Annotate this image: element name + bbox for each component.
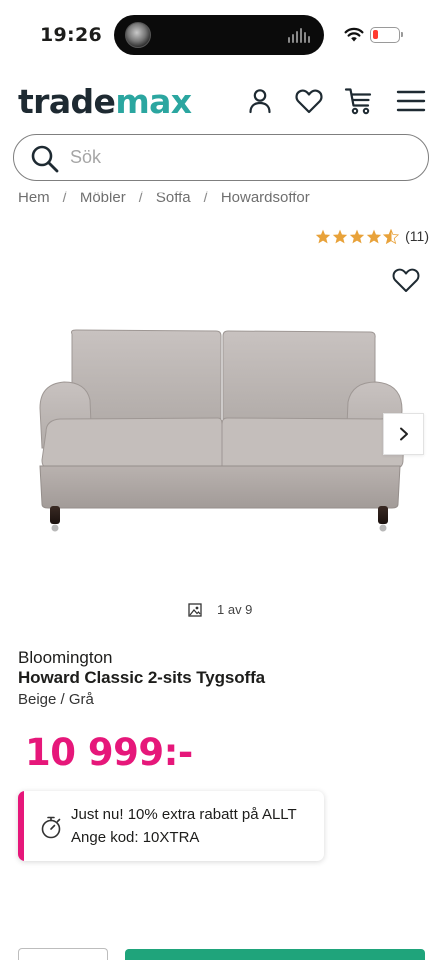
star-half-icon [383,228,400,244]
wifi-icon [344,27,364,42]
promo-text-code: Ange kod: 10XTRA [71,829,200,846]
add-to-cart-button[interactable] [125,949,425,960]
quantity-selector[interactable] [18,948,108,960]
logo-text-part1: trade [18,82,116,121]
search-icon [31,145,59,173]
image-icon [188,602,202,617]
promo-banner: Just nu! 10% extra rabatt på ALLT Ange k… [18,791,324,861]
breadcrumb: Hem / Möbler / Soffa / Howardsoffor [18,183,442,205]
breadcrumb-scroll-fade [18,183,442,193]
status-bar: 19:26 [0,0,442,68]
menu-icon[interactable] [396,86,426,116]
search-bar[interactable] [13,134,429,181]
product-variant: Beige / Grå [18,691,94,708]
gallery-counter-text: 1 av 9 [217,602,253,617]
now-playing-artwork [125,22,151,48]
cart-icon[interactable] [344,86,374,116]
gallery-next-button[interactable] [383,413,424,455]
product-brand[interactable]: Bloomington [18,648,113,668]
stopwatch-icon [41,816,61,839]
product-rating[interactable]: (11) [315,228,429,244]
logo-text-part2: max [115,82,192,121]
search-input[interactable] [70,143,410,171]
account-icon[interactable] [245,86,275,116]
promo-accent-bar [18,791,24,861]
favorite-heart-icon[interactable] [391,266,421,294]
dynamic-island [114,15,324,55]
site-header: trademax [0,76,442,126]
status-time: 19:26 [40,24,102,46]
product-image-sofa[interactable] [30,320,410,540]
chevron-right-icon [399,427,408,441]
battery-icon [370,27,403,43]
rating-stars [315,228,400,244]
audio-waveform-icon [288,27,310,43]
heart-icon[interactable] [294,86,324,116]
product-title: Howard Classic 2-sits Tygsoffa [18,668,266,687]
gallery-counter: 1 av 9 [188,602,252,617]
star-full-icon [315,229,331,243]
promo-text-offer: Just nu! 10% extra rabatt på ALLT [71,806,297,823]
product-price: 10 999:- [25,731,193,774]
rating-count: (11) [405,228,429,244]
star-full-icon [366,229,382,243]
star-full-icon [332,229,348,243]
star-full-icon [349,229,365,243]
trademax-logo[interactable]: trademax [18,82,192,121]
